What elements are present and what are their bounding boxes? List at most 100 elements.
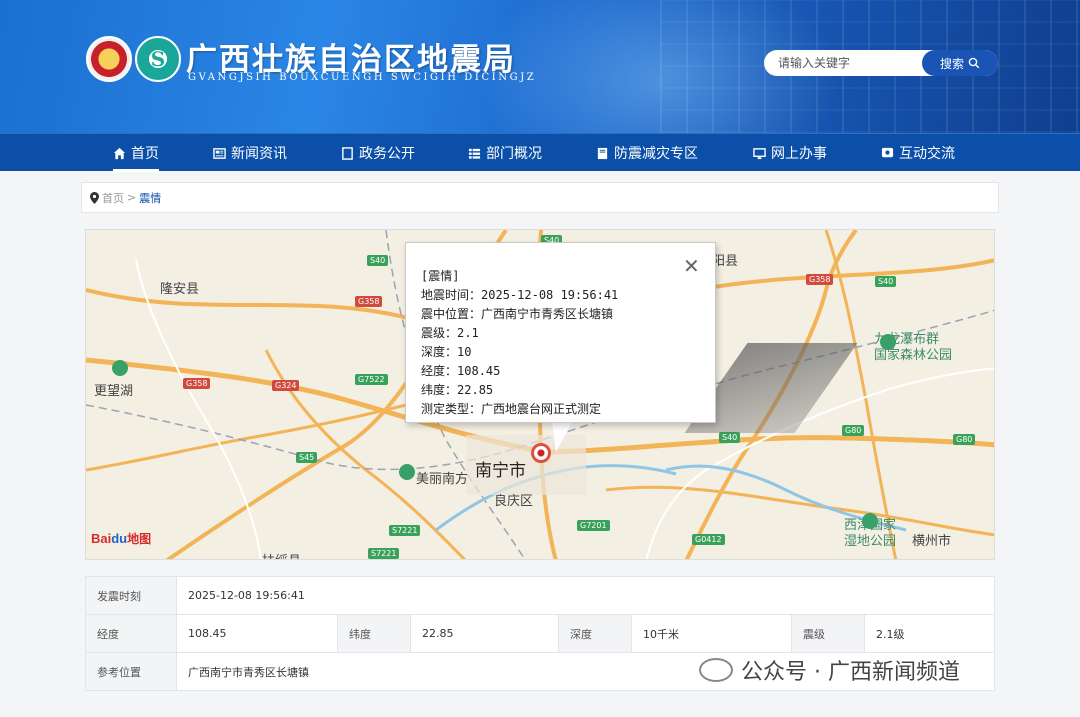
map-label-wuxu: 扶绥县 <box>262 550 301 559</box>
popup-depth-row: 深度：10 <box>421 343 701 362</box>
location-label: 参考位置 <box>85 652 177 691</box>
seismology-logo <box>135 36 181 82</box>
nav-item-online-services[interactable]: 网上办事 <box>753 134 827 172</box>
popup-time: 2025-12-08 19:56:41 <box>481 288 619 302</box>
road-shield: S7221 <box>389 525 421 536</box>
site-subtitle: GVANGJSIH BOUXCUENGH SWCIGIH DICINGJZ <box>188 72 537 83</box>
depth-label: 深度 <box>558 614 632 653</box>
nav-item-label: 政务公开 <box>359 146 415 162</box>
logo-bai: Bai <box>91 531 112 546</box>
popup-latitude: 22.85 <box>457 383 494 397</box>
map-label-nanning: 南宁市 <box>475 461 526 481</box>
popup-location: 广西南宁市青秀区长塘镇 <box>481 307 614 321</box>
wechat-icon <box>699 658 733 682</box>
map-label-wetland: 湿地公园 <box>844 534 897 549</box>
popup-time-row: 地震时间：2025-12-08 19:56:41 <box>421 286 701 305</box>
nav-item-department[interactable]: 部门概况 <box>468 134 542 172</box>
popup-depth-label: 深度： <box>421 345 458 359</box>
logo-du: du <box>111 531 128 546</box>
nav-item-interaction[interactable]: 互动交流 <box>881 134 955 172</box>
depth-value: 10千米 <box>631 614 792 653</box>
chat-icon <box>881 147 894 157</box>
map-label-liangqing: 良庆区 <box>494 494 534 509</box>
popup-longitude-label: 经度： <box>421 364 458 378</box>
earthquake-popup: ✕ [震情] 地震时间：2025-12-08 19:56:41 震中位置：广西南… <box>405 242 716 423</box>
nav-item-label: 互动交流 <box>899 146 955 162</box>
popup-location-label: 震中位置： <box>421 307 482 321</box>
road-shield: G358 <box>355 296 383 307</box>
popup-latitude-row: 纬度：22.85 <box>421 381 701 400</box>
road-shield: G7201 <box>577 520 610 531</box>
road-shield: G80 <box>953 434 976 445</box>
park-icon <box>112 360 128 376</box>
latitude-label: 纬度 <box>337 614 411 653</box>
longitude-value: 108.45 <box>176 614 338 653</box>
popup-magnitude-label: 震级： <box>421 326 458 340</box>
road-shield: S40 <box>875 276 897 287</box>
search-box: 搜索 <box>764 50 998 76</box>
road-shield: G358 <box>806 274 834 285</box>
list-icon <box>468 148 481 159</box>
book-icon <box>597 147 608 159</box>
main-nav: 首页 新闻资讯 政务公开 部门概况 防震减灾专区 网上办事 互动交流 <box>0 133 1080 172</box>
search-button[interactable]: 搜索 <box>922 50 998 76</box>
time-label: 发震时刻 <box>85 576 177 615</box>
nav-item-home[interactable]: 首页 <box>113 134 159 172</box>
latitude-value: 22.85 <box>410 614 559 653</box>
park-icon <box>399 464 415 480</box>
search-icon <box>968 57 980 69</box>
logo-map: 地图 <box>127 532 152 546</box>
park-icon <box>880 334 896 350</box>
road-shield: G358 <box>183 378 211 389</box>
breadcrumb-separator: > <box>127 191 137 204</box>
road-shield: G80 <box>842 425 865 436</box>
wechat-watermark: 公众号 · 广西新闻频道 <box>699 654 960 686</box>
search-input[interactable] <box>764 50 924 76</box>
park-icon <box>862 513 878 529</box>
nav-item-government[interactable]: 政务公开 <box>341 134 415 172</box>
road-shield: S40 <box>367 255 389 266</box>
popup-longitude: 108.45 <box>457 364 501 378</box>
time-value: 2025-12-08 19:56:41 <box>176 576 995 615</box>
nav-item-label: 新闻资讯 <box>231 146 287 162</box>
map-label-meilinanfang: 美丽南方 <box>416 472 469 487</box>
table-row: 发震时刻 2025-12-08 19:56:41 <box>85 576 995 615</box>
road-shield: S45 <box>296 452 318 463</box>
road-shield: G0412 <box>692 534 725 545</box>
earthquake-map[interactable]: 隆安县 更望湖 南宁市 美丽南方 良庆区 九龙瀑布群 国家森林公园 西津国家 湿… <box>85 229 995 560</box>
road-shield: G7522 <box>355 374 388 385</box>
magnitude-value: 2.1级 <box>864 614 995 653</box>
popup-time-label: 地震时间： <box>421 288 482 302</box>
popup-magnitude: 2.1 <box>457 326 479 340</box>
monitor-icon <box>753 147 766 159</box>
nav-item-label: 首页 <box>131 146 159 162</box>
nav-item-label: 部门概况 <box>486 146 542 162</box>
nav-item-disaster-prevention[interactable]: 防震减灾专区 <box>596 134 698 172</box>
national-emblem-logo <box>86 36 132 82</box>
popup-location-row: 震中位置：广西南宁市青秀区长塘镇 <box>421 305 701 324</box>
table-row: 经度 108.45 纬度 22.85 深度 10千米 震级 2.1级 <box>85 614 995 653</box>
home-icon <box>113 147 126 159</box>
search-button-label: 搜索 <box>939 56 964 71</box>
nav-item-news[interactable]: 新闻资讯 <box>213 134 287 172</box>
breadcrumb-current[interactable]: 震情 <box>139 190 161 206</box>
news-icon <box>213 147 226 159</box>
nav-item-label: 防震减灾专区 <box>614 146 698 162</box>
magnitude-label: 震级 <box>791 614 865 653</box>
nav-item-label: 网上办事 <box>771 146 827 162</box>
map-label-gengwang: 更望湖 <box>94 384 134 399</box>
popup-latitude-label: 纬度： <box>421 383 458 397</box>
longitude-label: 经度 <box>85 614 177 653</box>
popup-type-row: 测定类型：广西地震台网正式测定 <box>421 402 602 416</box>
map-label-hengzhou: 横州市 <box>912 534 952 549</box>
breadcrumb-home[interactable]: 首页 <box>102 190 124 206</box>
close-icon[interactable]: ✕ <box>683 254 700 278</box>
popup-longitude-row: 经度：108.45 <box>421 362 701 381</box>
site-header: 广西壮族自治区地震局 GVANGJSIH BOUXCUENGH SWCIGIH … <box>0 0 1080 133</box>
location-pin-icon <box>90 191 99 204</box>
popup-heading: [震情] <box>421 269 460 283</box>
baidu-map-logo: Baidu地图 <box>91 530 151 547</box>
watermark-text: 公众号 · 广西新闻频道 <box>741 660 960 685</box>
popup-magnitude-row: 震级：2.1 <box>421 324 701 343</box>
document-icon <box>342 146 353 160</box>
